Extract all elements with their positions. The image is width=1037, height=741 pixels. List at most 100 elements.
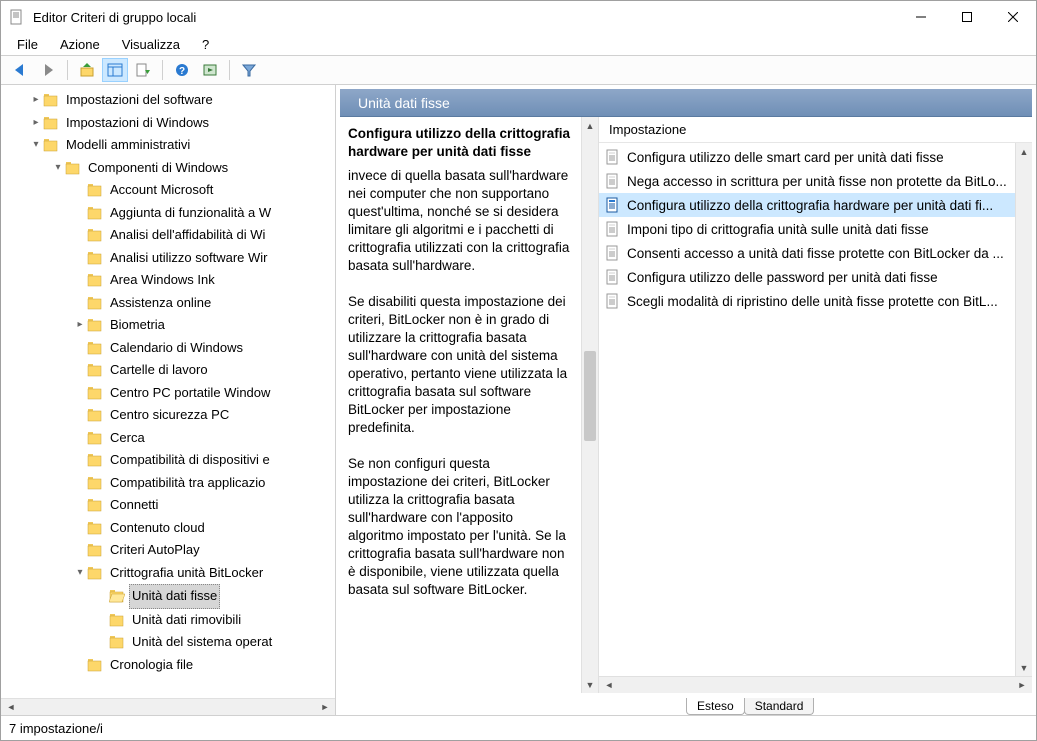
folder-icon — [87, 363, 103, 377]
description-vscrollbar[interactable]: ▲ ▼ — [581, 117, 598, 693]
policy-icon — [605, 245, 621, 261]
tree-item[interactable]: Unità dati fisse — [1, 584, 335, 609]
list-item-label: Nega accesso in scrittura per unità fiss… — [627, 174, 1007, 189]
list-item[interactable]: Configura utilizzo delle password per un… — [599, 265, 1015, 289]
tab-esteso[interactable]: Esteso — [686, 698, 745, 715]
menu-file[interactable]: File — [7, 35, 48, 54]
list-item-label: Configura utilizzo delle password per un… — [627, 270, 938, 285]
folder-icon — [43, 116, 59, 130]
back-button[interactable] — [7, 58, 33, 82]
tree-item[interactable]: Area Windows Ink — [1, 269, 335, 292]
tree-item[interactable]: Connetti — [1, 494, 335, 517]
tree-item[interactable]: Account Microsoft — [1, 179, 335, 202]
settings-list[interactable]: Configura utilizzo delle smart card per … — [599, 143, 1015, 676]
scroll-thumb[interactable] — [584, 351, 596, 441]
tree-item[interactable]: Contenuto cloud — [1, 517, 335, 540]
tree-item[interactable]: ▾ Modelli amministrativi — [1, 134, 335, 157]
tree-item[interactable]: Centro sicurezza PC — [1, 404, 335, 427]
caret-icon[interactable]: ▸ — [29, 89, 43, 112]
folder-icon — [109, 613, 125, 627]
tree-hscrollbar[interactable]: ◄ ► — [1, 698, 335, 715]
scroll-left-icon[interactable]: ◄ — [3, 700, 19, 714]
tree-item[interactable]: Aggiunta di funzionalità a W — [1, 202, 335, 225]
show-hide-tree-button[interactable] — [102, 58, 128, 82]
tree-item-label: Compatibilità tra applicazio — [107, 472, 268, 495]
minimize-button[interactable] — [898, 1, 944, 33]
list-vscrollbar[interactable]: ▲ ▼ — [1015, 143, 1032, 676]
list-item[interactable]: Scegli modalità di ripristino delle unit… — [599, 289, 1015, 313]
tree-item[interactable]: Unità del sistema operat — [1, 631, 335, 654]
help-button[interactable]: ? — [169, 58, 195, 82]
tree-item[interactable]: Assistenza online — [1, 292, 335, 315]
scroll-right-icon[interactable]: ► — [1014, 678, 1030, 692]
policy-icon — [605, 221, 621, 237]
tree-item[interactable]: Cerca — [1, 427, 335, 450]
tree-item-label: Modelli amministrativi — [63, 134, 193, 157]
tree-item-label: Cronologia file — [107, 654, 196, 677]
maximize-button[interactable] — [944, 1, 990, 33]
tree-item[interactable]: Centro PC portatile Window — [1, 382, 335, 405]
folder-icon — [87, 296, 103, 310]
list-item-label: Consenti accesso a unità dati fisse prot… — [627, 246, 1004, 261]
list-item[interactable]: Configura utilizzo delle smart card per … — [599, 145, 1015, 169]
tree-item[interactable]: Compatibilità tra applicazio — [1, 472, 335, 495]
tree-item[interactable]: Analisi utilizzo software Wir — [1, 247, 335, 270]
scroll-down-icon[interactable]: ▼ — [582, 676, 598, 693]
tree-item[interactable]: ▾Componenti di Windows — [1, 157, 335, 180]
close-button[interactable] — [990, 1, 1036, 33]
tree-view[interactable]: ▸ Impostazioni del software▸Impostazioni … — [1, 85, 335, 698]
scroll-right-icon[interactable]: ► — [317, 700, 333, 714]
folder-icon — [43, 93, 59, 107]
folder-title: Unità dati fisse — [358, 95, 450, 111]
tree-item[interactable]: Criteri AutoPlay — [1, 539, 335, 562]
tree-item[interactable]: Unità dati rimovibili — [1, 609, 335, 632]
tree-item[interactable]: ▸Biometria — [1, 314, 335, 337]
tree-item[interactable]: ▸ Impostazioni del software — [1, 89, 335, 112]
caret-icon[interactable]: ▾ — [73, 562, 87, 585]
tree-item[interactable]: Cronologia file — [1, 654, 335, 677]
policy-icon — [605, 149, 621, 165]
tab-standard[interactable]: Standard — [744, 698, 815, 715]
filter-button[interactable] — [236, 58, 262, 82]
description-title: Configura utilizzo della crittografia ha… — [348, 125, 571, 161]
tree-item[interactable]: Compatibilità di dispositivi e — [1, 449, 335, 472]
tree-item[interactable]: ▸Impostazioni di Windows — [1, 112, 335, 135]
list-column-header[interactable]: Impostazione — [599, 117, 1032, 143]
caret-icon[interactable]: ▾ — [29, 134, 43, 157]
folder-icon — [87, 206, 103, 220]
tree-item[interactable]: Cartelle di lavoro — [1, 359, 335, 382]
menu-action[interactable]: Azione — [50, 35, 110, 54]
export-list-button[interactable] — [130, 58, 156, 82]
tree-item-label: Contenuto cloud — [107, 517, 208, 540]
forward-button[interactable] — [35, 58, 61, 82]
up-button[interactable] — [74, 58, 100, 82]
scroll-left-icon[interactable]: ◄ — [601, 678, 617, 692]
folder-icon — [87, 251, 103, 265]
policy-icon — [605, 173, 621, 189]
caret-icon[interactable]: ▸ — [73, 314, 87, 337]
scroll-up-icon[interactable]: ▲ — [582, 117, 598, 134]
tree-item[interactable]: Calendario di Windows — [1, 337, 335, 360]
list-item[interactable]: Imponi tipo di crittografia unità sulle … — [599, 217, 1015, 241]
tree-item-label: Unità del sistema operat — [129, 631, 275, 654]
scroll-up-icon[interactable]: ▲ — [1016, 143, 1032, 160]
tree-item-label: Centro sicurezza PC — [107, 404, 232, 427]
tree-item[interactable]: ▾Crittografia unità BitLocker — [1, 562, 335, 585]
scroll-down-icon[interactable]: ▼ — [1016, 659, 1032, 676]
folder-icon — [65, 161, 81, 175]
caret-icon[interactable]: ▸ — [29, 112, 43, 135]
folder-icon — [87, 566, 103, 580]
caret-icon[interactable]: ▾ — [51, 157, 65, 180]
properties-button[interactable] — [197, 58, 223, 82]
folder-icon — [87, 658, 103, 672]
tree-item-label: Criteri AutoPlay — [107, 539, 203, 562]
tree-item-label: Impostazioni del software — [63, 89, 216, 112]
menu-help[interactable]: ? — [192, 35, 219, 54]
list-item[interactable]: Consenti accesso a unità dati fisse prot… — [599, 241, 1015, 265]
list-item[interactable]: Configura utilizzo della crittografia ha… — [599, 193, 1015, 217]
folder-icon — [87, 386, 103, 400]
list-hscrollbar[interactable]: ◄ ► — [599, 676, 1032, 693]
tree-item[interactable]: Analisi dell'affidabilità di Wi — [1, 224, 335, 247]
list-item[interactable]: Nega accesso in scrittura per unità fiss… — [599, 169, 1015, 193]
menu-view[interactable]: Visualizza — [112, 35, 190, 54]
